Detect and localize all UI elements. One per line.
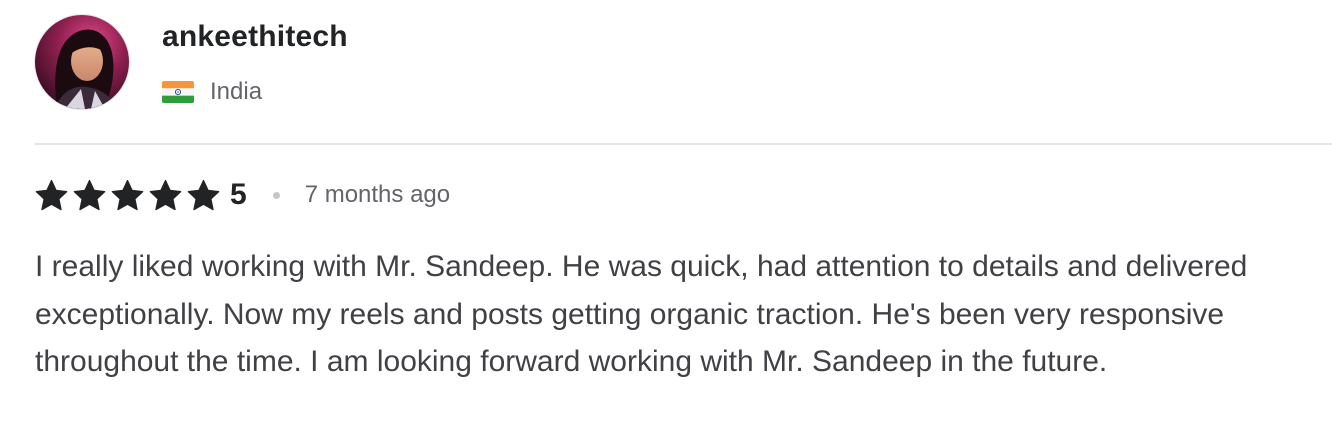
avatar-photo (35, 15, 129, 109)
reviewer-country: India (162, 78, 262, 106)
reviewer-username[interactable]: ankeethitech (162, 20, 348, 54)
review-time: 7 months ago (304, 181, 451, 208)
india-flag-icon (162, 81, 194, 103)
star-icon (149, 179, 182, 210)
reviewer-avatar[interactable] (35, 15, 129, 109)
review-card: ankeethitech India 5 7 months ago I real… (0, 0, 1332, 438)
separator-dot (272, 191, 280, 199)
rating-row: 5 7 months ago (35, 176, 450, 214)
star-icon (35, 179, 68, 210)
divider (35, 143, 1332, 145)
star-rating (35, 179, 220, 212)
star-icon (187, 179, 220, 210)
star-icon (73, 179, 106, 210)
review-text: I really liked working with Mr. Sandeep.… (35, 250, 1248, 378)
rating-value: 5 (230, 178, 247, 211)
country-name: India (210, 78, 263, 105)
star-icon (111, 179, 144, 210)
